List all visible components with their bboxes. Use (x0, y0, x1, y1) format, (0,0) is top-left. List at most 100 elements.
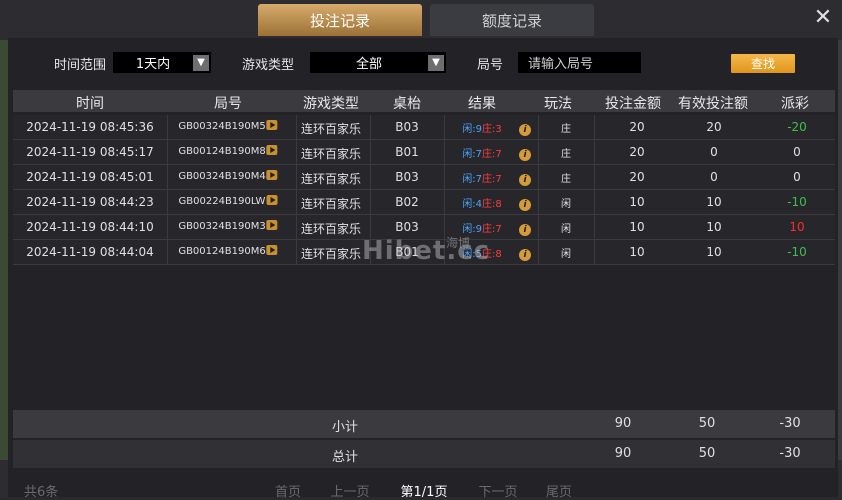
next-page-link[interactable]: 下一页 (478, 481, 517, 500)
column-divider (538, 115, 539, 139)
table-row: 2024-11-19 08:45:36 GB00324B190M5 连环百家乐 B03… (13, 115, 835, 140)
video-play-icon[interactable] (266, 220, 278, 230)
column-divider (370, 140, 371, 164)
cell-time: 2024-11-19 08:44:04 (26, 245, 154, 259)
result-banker: 庄:7 (482, 149, 502, 160)
subtotal-label: 小计 (331, 420, 359, 435)
col-result: 结果 (468, 96, 496, 112)
game-type-label: 游戏类型 (242, 58, 295, 73)
video-play-icon[interactable] (266, 145, 278, 155)
info-icon-glyph: i (519, 199, 531, 211)
round-number: GB00324B190M5 (178, 121, 266, 132)
cell-round: GB00324B190M5 (178, 120, 278, 132)
info-icon[interactable]: i (519, 196, 531, 211)
time-range-label: 时间范围 (54, 58, 107, 73)
game-type-value: 全部 (355, 57, 382, 72)
col-game: 游戏类型 (303, 96, 359, 112)
cell-play-type: 庄 (561, 149, 571, 160)
cell-game-type: 连环百家乐 (300, 247, 362, 261)
round-search-input[interactable]: 请输入局号 (518, 52, 641, 73)
subtotal-row: 小计 90 50 -30 (13, 410, 835, 438)
tab-credit-records[interactable]: 额度记录 (430, 4, 594, 36)
column-divider (296, 165, 297, 189)
table-row: 2024-11-19 08:44:23 GB00224B190LW 连环百家乐 B02… (13, 190, 835, 215)
column-divider (444, 115, 445, 139)
column-divider (538, 165, 539, 189)
record-count: 共6条 (24, 485, 59, 500)
cell-round: GB00124B190M8 (178, 145, 278, 157)
info-icon[interactable]: i (519, 221, 531, 236)
column-divider (538, 190, 539, 214)
column-divider (296, 115, 297, 139)
col-time: 时间 (76, 96, 104, 112)
search-button[interactable]: 查找 (731, 54, 795, 73)
tab-bet-records[interactable]: 投注记录 (258, 4, 422, 36)
video-play-icon[interactable] (266, 170, 278, 180)
info-icon-glyph: i (519, 124, 531, 136)
result-banker: 庄:7 (482, 224, 502, 235)
column-divider (594, 190, 595, 214)
round-number: GB00124B190M6 (178, 246, 266, 257)
column-divider (594, 115, 595, 139)
total-payout: -30 (779, 446, 801, 461)
cell-payout: -10 (787, 195, 807, 209)
cell-time: 2024-11-19 08:44:23 (26, 195, 154, 209)
round-label: 局号 (477, 58, 504, 73)
column-divider (296, 215, 297, 239)
info-icon[interactable]: i (519, 171, 531, 186)
round-number: GB00324B190M4 (178, 171, 266, 182)
col-round: 局号 (214, 96, 242, 112)
column-divider (167, 140, 168, 164)
video-play-icon[interactable] (266, 120, 278, 130)
first-page-link[interactable]: 首页 (275, 481, 301, 500)
info-icon[interactable]: i (519, 121, 531, 136)
cell-play-type: 闲 (561, 224, 571, 235)
last-page-link[interactable]: 尾页 (546, 481, 572, 500)
cell-table: B03 (395, 220, 419, 234)
cell-payout: -20 (787, 120, 807, 134)
cell-valid-bet: 0 (710, 145, 718, 159)
total-valid: 50 (698, 446, 716, 461)
records-panel: 时间范围 1天内 ▼ 游戏类型 全部 ▼ 局号 请输入局号 查找 时间 局号 游… (8, 38, 838, 500)
time-range-select[interactable]: 1天内 ▼ (113, 52, 211, 73)
background-strip-left (0, 40, 8, 460)
cell-valid-bet: 10 (706, 245, 722, 259)
cell-valid-bet: 20 (706, 120, 722, 134)
video-play-icon[interactable] (266, 245, 278, 255)
column-divider (370, 190, 371, 214)
table-header: 时间 局号 游戏类型 桌枱 结果 玩法 投注金额 有效投注额 派彩 (13, 90, 835, 112)
cell-play-type: 闲 (561, 199, 571, 210)
column-divider (167, 115, 168, 139)
column-divider (296, 190, 297, 214)
cell-valid-bet: 10 (706, 195, 722, 209)
pagination: 共6条 首页 上一页 第1/1页 下一页 尾页 (8, 478, 838, 500)
result-player: 闲:9 (462, 124, 482, 135)
video-play-icon[interactable] (266, 195, 278, 205)
info-icon-glyph: i (519, 224, 531, 236)
column-divider (167, 165, 168, 189)
cell-payout: 0 (793, 170, 801, 184)
cell-round: GB00224B190LW (179, 195, 278, 207)
info-icon[interactable]: i (519, 246, 531, 261)
cell-bet-amount: 20 (629, 120, 645, 134)
chevron-down-icon[interactable]: ▼ (428, 54, 444, 71)
chevron-down-icon[interactable]: ▼ (193, 54, 209, 71)
column-divider (167, 215, 168, 239)
info-icon[interactable]: i (519, 146, 531, 161)
cell-table: B03 (395, 120, 419, 134)
prev-page-link[interactable]: 上一页 (330, 481, 369, 500)
cell-result: 闲:4庄:8 (462, 195, 501, 210)
watermark-sub: 海博 (446, 236, 471, 250)
subtotal-valid: 50 (698, 416, 716, 431)
cell-bet-amount: 20 (629, 145, 645, 159)
result-banker: 庄:3 (482, 124, 502, 135)
game-type-select[interactable]: 全部 ▼ (310, 52, 446, 73)
column-divider (538, 140, 539, 164)
column-divider (444, 190, 445, 214)
info-icon-glyph: i (519, 149, 531, 161)
cell-bet-amount: 10 (629, 220, 645, 234)
result-player: 闲:4 (462, 199, 482, 210)
table-row: 2024-11-19 08:45:17 GB00124B190M8 连环百家乐 B01… (13, 140, 835, 165)
close-icon[interactable]: ✕ (810, 4, 836, 30)
cell-result: 闲:9庄:7 (462, 220, 501, 235)
